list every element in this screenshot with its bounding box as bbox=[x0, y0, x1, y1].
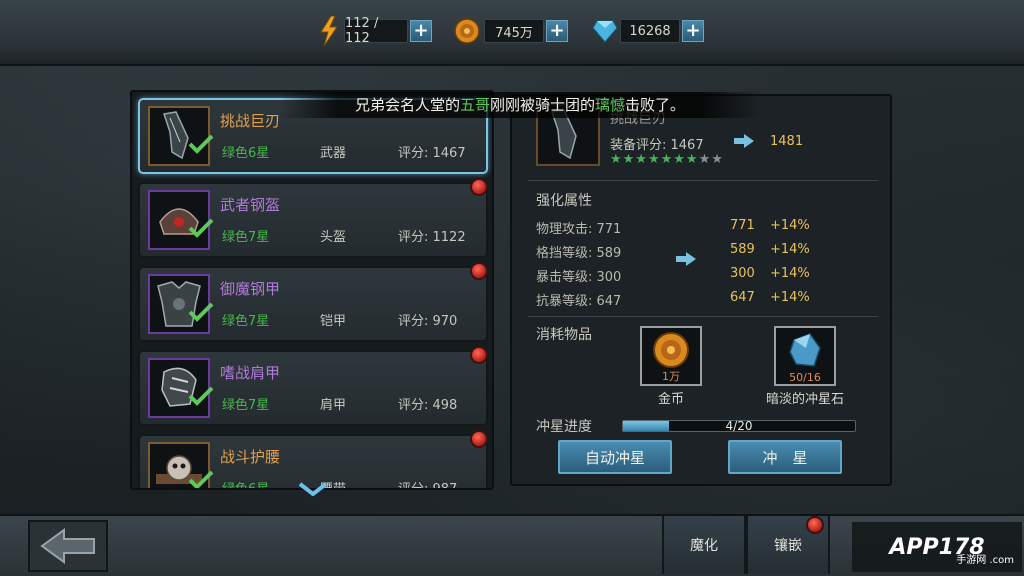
star-up-button[interactable]: 冲 星 bbox=[728, 440, 842, 474]
back-arrow-icon bbox=[40, 528, 95, 564]
material-gold-slot[interactable]: 1万 bbox=[640, 326, 702, 386]
item-name: 挑战巨刃 bbox=[220, 112, 281, 130]
notification-dot bbox=[470, 262, 488, 280]
notification-dot bbox=[806, 516, 824, 534]
item-score: 评分: 1467 bbox=[398, 146, 466, 161]
equipment-item[interactable]: 武者钢盔 绿色7星 头盔 评分: 1122 bbox=[138, 178, 488, 258]
detail-score-new: 1481 bbox=[770, 134, 804, 149]
divider bbox=[528, 316, 878, 317]
energy-value: 112 / 112 bbox=[344, 16, 408, 46]
checkmark-icon bbox=[188, 302, 214, 322]
item-grade: 绿色7星 bbox=[222, 314, 270, 329]
attr-new: 589 bbox=[730, 242, 755, 257]
material-name: 暗淡的冲星石 bbox=[765, 392, 844, 407]
arrow-right-icon bbox=[676, 252, 696, 266]
item-name: 战斗护腰 bbox=[220, 448, 281, 466]
item-grade: 绿色6星 bbox=[222, 482, 270, 490]
arrow-right-icon bbox=[734, 134, 754, 148]
tab-inlay[interactable]: 镶嵌 bbox=[746, 516, 830, 574]
gem-resource: 16268 + bbox=[592, 18, 704, 44]
attr-label: 暴击等级: 300 bbox=[536, 270, 622, 285]
add-gold-button[interactable]: + bbox=[546, 20, 568, 42]
checkmark-icon bbox=[188, 218, 214, 238]
scroll-down-icon[interactable] bbox=[298, 482, 328, 496]
attr-label: 格挡等级: 589 bbox=[536, 246, 622, 261]
material-name: 金币 bbox=[657, 392, 684, 407]
banner-boss: 璃憾 bbox=[595, 96, 626, 114]
enhance-title: 强化属性 bbox=[536, 193, 592, 209]
item-grade: 绿色7星 bbox=[222, 230, 270, 245]
progress-label: 冲星进度 bbox=[536, 419, 592, 435]
item-slot: 头盔 bbox=[320, 230, 347, 245]
equipment-detail-panel: 挑战巨刃 装备评分: 1467 1481 ★★★★★★★★★ 强化属性 物理攻击… bbox=[510, 94, 892, 486]
item-grade: 绿色6星 bbox=[222, 146, 270, 161]
item-score: 评分: 970 bbox=[398, 314, 458, 329]
item-score: 评分: 498 bbox=[398, 398, 458, 413]
attr-new: 771 bbox=[730, 218, 755, 233]
item-slot: 肩甲 bbox=[320, 398, 347, 413]
attr-pct: +14% bbox=[770, 290, 810, 305]
announcement-banner: 兄弟会名人堂的五哥刚刚被骑士团的璃憾击败了。 bbox=[280, 92, 760, 118]
material-count: 50/16 bbox=[789, 371, 821, 384]
detail-score: 装备评分: 1467 bbox=[610, 138, 704, 153]
divider bbox=[528, 180, 878, 181]
diamond-icon bbox=[592, 20, 618, 43]
auto-star-button[interactable]: 自动冲星 bbox=[558, 440, 672, 474]
tab-demonize[interactable]: 魔化 bbox=[662, 516, 746, 574]
attr-new: 300 bbox=[730, 266, 755, 281]
attr-new: 647 bbox=[730, 290, 755, 305]
checkmark-icon bbox=[188, 134, 214, 154]
item-score: 评分: 987 bbox=[398, 482, 458, 490]
banner-text: 刚刚被骑士团的 bbox=[489, 96, 595, 114]
attr-label: 抗暴等级: 647 bbox=[536, 294, 622, 309]
item-name: 武者钢盔 bbox=[220, 196, 281, 214]
site-watermark: APP178 手游网 .com bbox=[852, 522, 1022, 572]
watermark-sub: 手游网 .com bbox=[956, 555, 1014, 566]
star-rating: ★★★★★★★★★ bbox=[610, 152, 724, 167]
attr-pct: +14% bbox=[770, 218, 810, 233]
energy-resource: 112 / 112 + bbox=[318, 16, 432, 46]
equipment-list-panel: 挑战巨刃 绿色6星 武器 评分: 1467 武者钢盔 绿色7星 头盔 评分: 1… bbox=[130, 90, 494, 490]
item-slot: 武器 bbox=[320, 146, 347, 161]
attr-pct: +14% bbox=[770, 266, 810, 281]
attr-pct: +14% bbox=[770, 242, 810, 257]
add-gem-button[interactable]: + bbox=[682, 20, 704, 42]
back-button[interactable] bbox=[28, 520, 108, 572]
progress-text: 4/20 bbox=[725, 419, 753, 433]
item-grade: 绿色7星 bbox=[222, 398, 270, 413]
lightning-icon bbox=[320, 16, 338, 46]
attr-label: 物理攻击: 771 bbox=[536, 222, 622, 237]
gem-value: 16268 bbox=[620, 19, 680, 43]
notification-dot bbox=[470, 430, 488, 448]
banner-text: 兄弟会名人堂的 bbox=[354, 96, 460, 114]
item-slot: 铠甲 bbox=[320, 314, 347, 329]
gold-resource: 745万 + bbox=[454, 18, 568, 44]
top-resource-bar: 112 / 112 + 745万 + 16268 + bbox=[0, 0, 1024, 66]
consume-title: 消耗物品 bbox=[536, 327, 592, 343]
item-score: 评分: 1122 bbox=[398, 230, 466, 245]
star-progress-bar: 4/20 bbox=[622, 419, 856, 433]
equipment-item[interactable]: 御魔钢甲 绿色7星 铠甲 评分: 970 bbox=[138, 262, 488, 342]
equipment-item[interactable]: 嗜战肩甲 绿色7星 肩甲 评分: 498 bbox=[138, 346, 488, 426]
checkmark-icon bbox=[188, 470, 214, 488]
gold-coin-icon bbox=[454, 18, 480, 44]
crystal-icon bbox=[789, 333, 821, 367]
tab-label: 镶嵌 bbox=[774, 538, 802, 554]
notification-dot bbox=[470, 346, 488, 364]
gold-value: 745万 bbox=[484, 19, 544, 43]
add-energy-button[interactable]: + bbox=[410, 20, 432, 42]
banner-text: 击败了。 bbox=[625, 96, 686, 114]
notification-dot bbox=[470, 178, 488, 196]
material-count: 1万 bbox=[662, 370, 680, 383]
checkmark-icon bbox=[188, 386, 214, 406]
item-name: 嗜战肩甲 bbox=[220, 364, 281, 382]
material-star-stone-slot[interactable]: 50/16 bbox=[774, 326, 836, 386]
item-name: 御魔钢甲 bbox=[220, 280, 281, 298]
banner-player: 五哥 bbox=[459, 96, 490, 114]
